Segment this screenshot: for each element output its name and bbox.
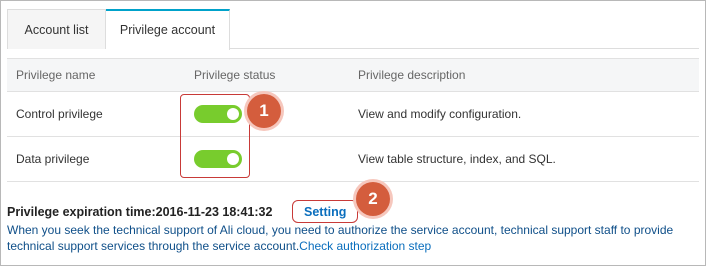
authorization-notice: When you seek the technical support of A… xyxy=(7,222,701,254)
table-row: Data privilege View table structure, ind… xyxy=(7,137,699,182)
tab-account-list[interactable]: Account list xyxy=(7,9,106,49)
check-authorization-step-link[interactable]: Check authorization step xyxy=(299,239,431,253)
privilege-name: Control privilege xyxy=(16,107,103,121)
privilege-table: Privilege name Privilege status Privileg… xyxy=(7,58,699,182)
annotation-box-toggles xyxy=(180,94,250,178)
table-header: Privilege name Privilege status Privileg… xyxy=(7,59,699,92)
tab-privilege-account[interactable]: Privilege account xyxy=(106,9,230,50)
privilege-description: View table structure, index, and SQL. xyxy=(358,152,556,166)
column-header-privilege-status: Privilege status xyxy=(194,68,276,82)
annotation-box-setting xyxy=(292,200,358,223)
privilege-name: Data privilege xyxy=(16,152,90,166)
privilege-expiration-time: Privilege expiration time:2016-11-23 18:… xyxy=(7,205,273,219)
table-row: Control privilege View and modify config… xyxy=(7,92,699,137)
column-header-privilege-name: Privilege name xyxy=(16,68,96,82)
privilege-panel: Account list Privilege account Privilege… xyxy=(0,0,706,266)
callout-badge-1: 1 xyxy=(247,94,281,128)
column-header-privilege-description: Privilege description xyxy=(358,68,466,82)
callout-badge-2: 2 xyxy=(356,182,390,216)
tab-bar: Account list Privilege account xyxy=(7,9,699,50)
privilege-description: View and modify configuration. xyxy=(358,107,522,121)
